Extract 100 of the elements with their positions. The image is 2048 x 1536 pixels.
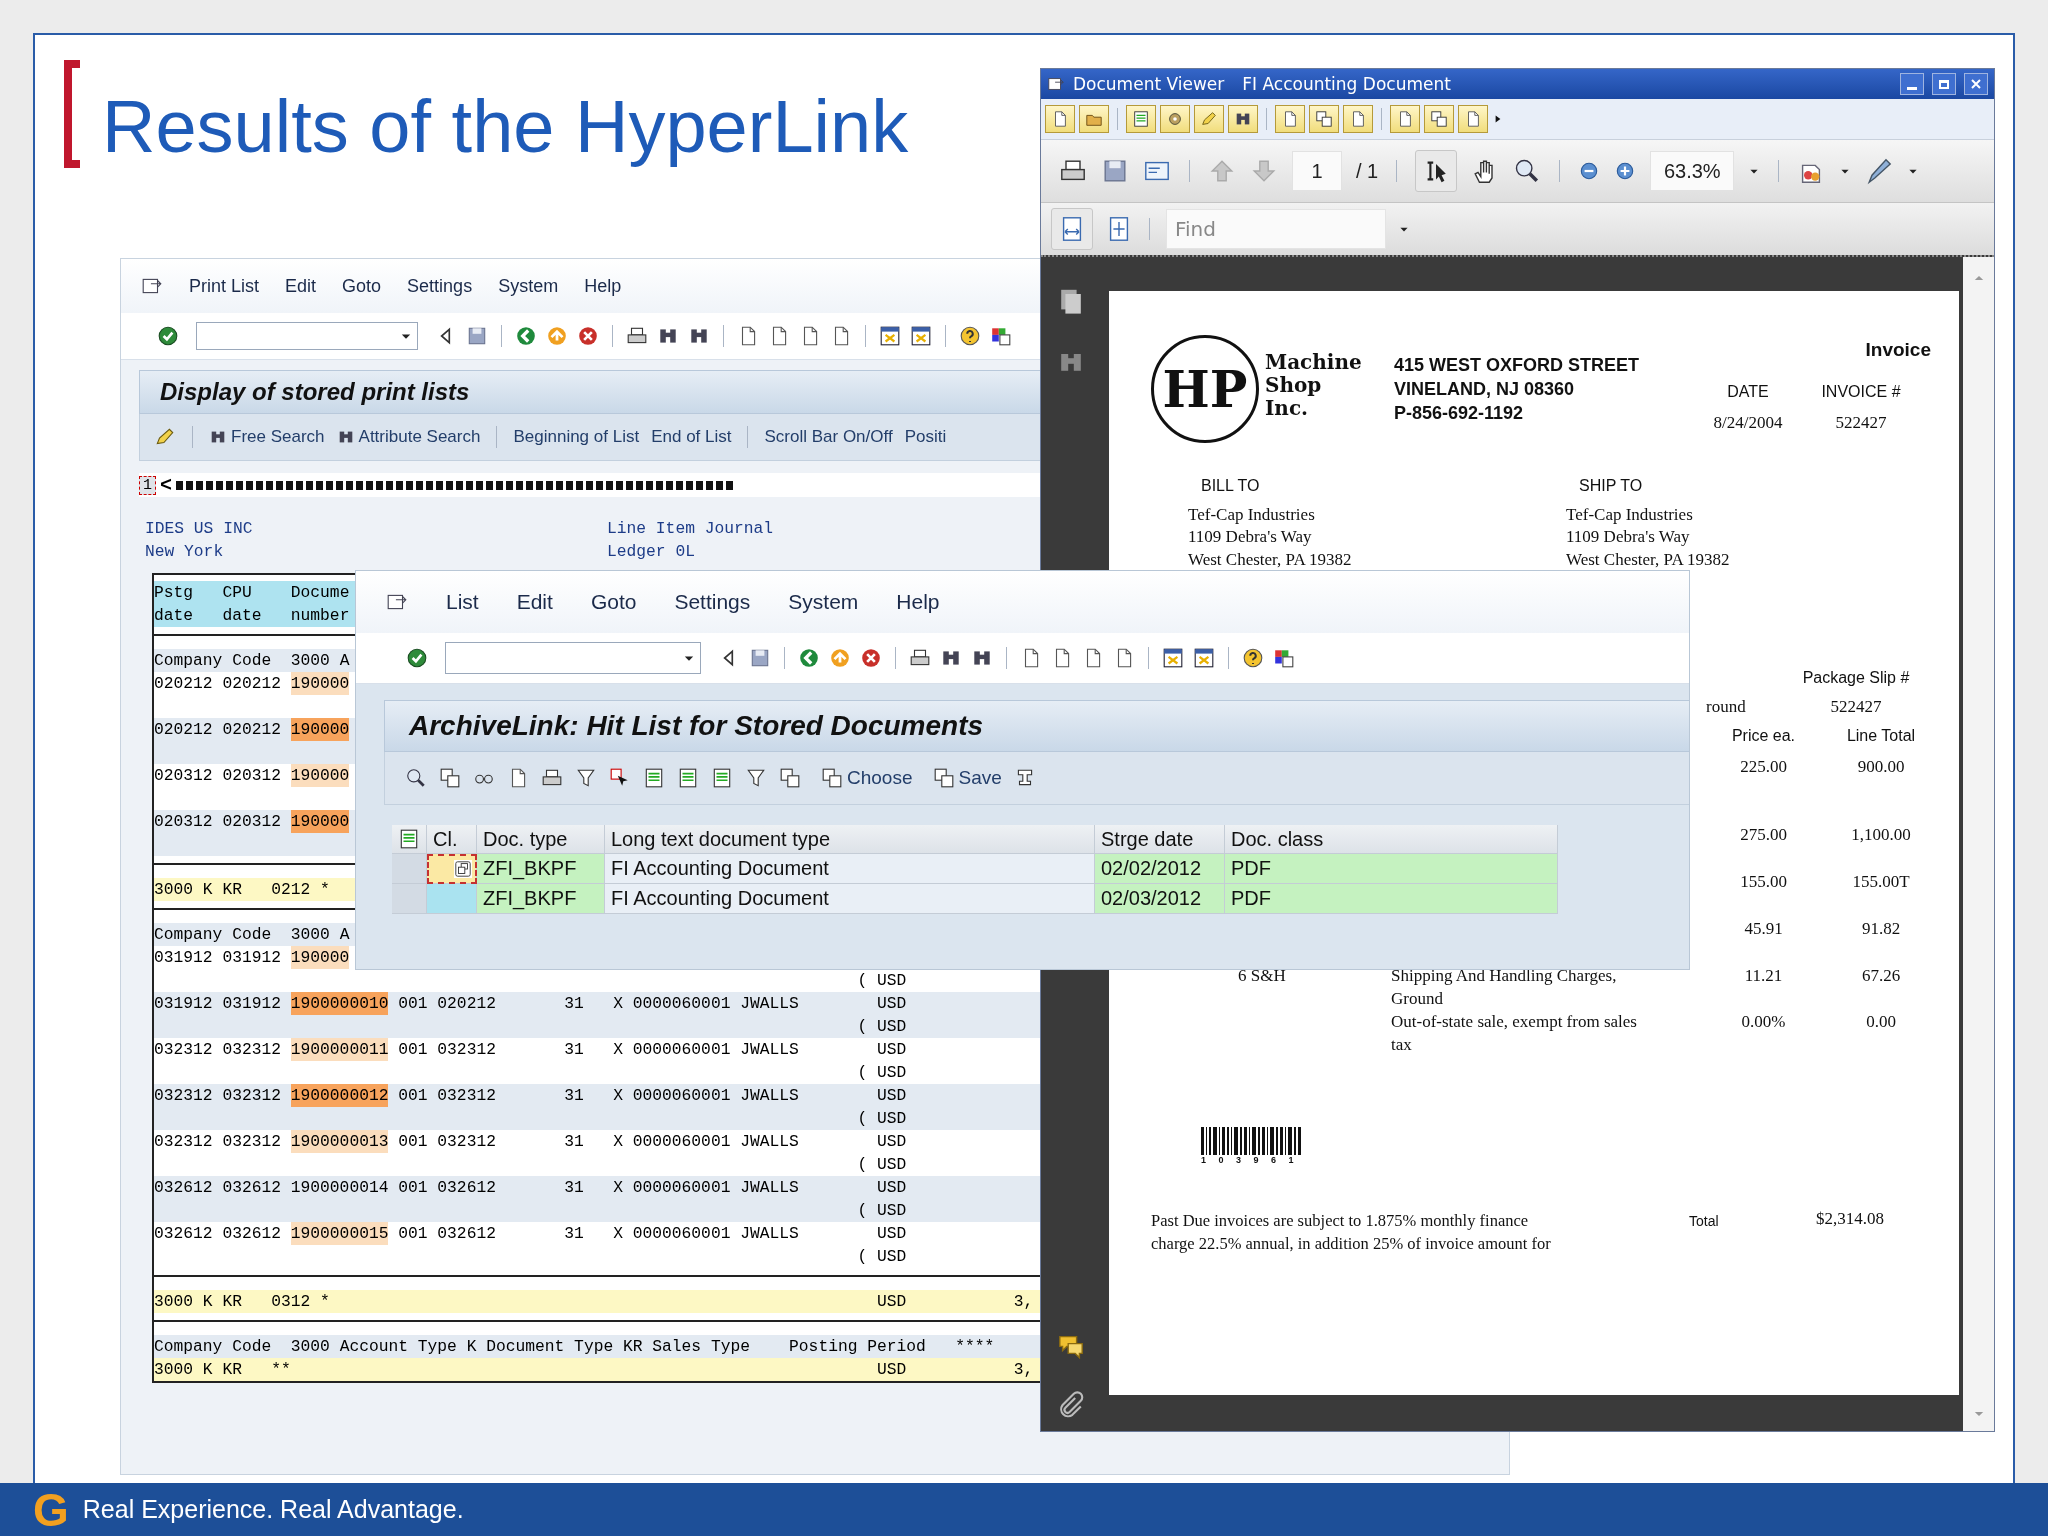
filter-icon[interactable] [745,767,767,789]
copy-icon[interactable] [779,767,801,789]
address-line: 1109 Debra's Way [1188,526,1313,548]
close-button[interactable] [1964,73,1988,95]
toolbar-button[interactable]: Beginning of List [513,425,640,449]
window-icon[interactable] [1193,647,1215,669]
class-cell[interactable] [427,884,477,914]
menu-item[interactable]: Help [584,275,622,297]
field-value: 8/24/2004 [1712,413,1784,433]
column-header[interactable]: Long text document type [605,825,1095,854]
toolbar-button[interactable] [1126,105,1156,133]
cancel-icon[interactable] [577,325,599,347]
menu-item[interactable]: List [446,590,479,614]
window-icon[interactable] [879,325,901,347]
menu-item[interactable]: System [788,590,859,614]
page-field[interactable]: 1 [1292,151,1342,191]
line-details: 001 032312 31 X 0000060001 JWALLS USD [398,1085,907,1107]
table-icon[interactable] [643,767,665,789]
filter-icon[interactable] [575,767,597,789]
toolbar-button[interactable] [1275,105,1305,133]
toolbar-button[interactable]: Scroll Bar On/Off [764,425,893,449]
table-icon[interactable] [677,767,699,789]
help-icon[interactable] [1242,647,1264,669]
check-icon[interactable] [406,647,428,669]
menu-item[interactable]: Print List [189,275,260,297]
cancel-icon[interactable] [860,647,882,669]
fit-width-button[interactable] [1051,208,1093,250]
document-number[interactable]: 1900000012 [290,1084,389,1107]
column-header[interactable]: Cl. [427,825,477,854]
back-icon[interactable] [515,325,537,347]
toolbar-button[interactable] [1309,105,1339,133]
document-number[interactable]: 190000 [290,764,350,787]
window-icon[interactable] [910,325,932,347]
minimize-button[interactable] [1900,73,1924,95]
column-header[interactable]: Strge date [1095,825,1225,854]
help-icon[interactable] [959,325,981,347]
save-icon[interactable] [749,647,771,669]
copy-icon[interactable] [439,767,461,789]
menu-item[interactable]: Help [896,590,940,614]
toolbar-button[interactable] [1343,105,1373,133]
document-number[interactable]: 1900000015 [290,1222,389,1245]
scrollbar[interactable] [1963,257,1994,1431]
document-number[interactable]: 190000 [290,672,350,695]
posting-dates: 020312 020312 [154,765,281,787]
window-icon[interactable] [1162,647,1184,669]
magnifier-icon[interactable] [405,767,427,789]
menu-item[interactable]: Goto [590,590,637,614]
document-number[interactable]: 190000 [290,810,350,833]
class-cell[interactable] [427,854,477,884]
menu-item[interactable]: Settings [407,275,473,297]
select-tool-button[interactable] [1415,150,1458,192]
toolbar-button[interactable]: Attribute Search [336,425,481,449]
party-label: SHIP TO [1579,476,1644,496]
toolbar-button[interactable]: End of List [651,425,732,449]
find-field[interactable]: Find [1166,209,1386,249]
posting-dates: 032312 032312 [154,1131,281,1153]
layout-icon[interactable] [1273,647,1295,669]
toolbar-button[interactable]: Save [932,765,1002,791]
paperclip-icon[interactable] [1057,1391,1085,1419]
menu-item[interactable]: Edit [516,590,553,614]
toolbar-button[interactable] [1160,105,1190,133]
toolbar-button[interactable] [1458,105,1488,133]
check-icon[interactable] [157,325,179,347]
toolbar-button[interactable] [1228,105,1258,133]
field-label: DATE [1726,383,1770,401]
screen-title: ArchiveLink: Hit List for Stored Documents [409,710,984,742]
document-number[interactable]: 1900000010 [290,992,389,1015]
table-settings-button[interactable] [392,825,427,854]
column-header[interactable]: Doc. class [1225,825,1558,854]
menu-item[interactable]: Settings [674,590,751,614]
toolbar-button[interactable] [1045,105,1075,133]
document-number[interactable]: 190000 [290,946,350,969]
page-number-field[interactable]: 1 [139,475,156,495]
toolbar-button[interactable] [1079,105,1109,133]
company-name: IDES US INC [145,518,254,540]
save-icon[interactable] [466,325,488,347]
table-icon[interactable] [711,767,733,789]
document-number[interactable]: 1900000014 [290,1176,389,1199]
window-menu-icon[interactable] [1047,75,1065,93]
document-number[interactable]: 190000 [290,718,350,741]
menu-item[interactable]: System [498,275,559,297]
zoom-field[interactable]: 63.3% [1650,151,1735,191]
column-header[interactable]: Doc. type [477,825,605,854]
pen-icon[interactable] [1865,157,1894,185]
command-field[interactable] [445,642,701,674]
link-icon[interactable] [454,859,472,878]
command-field[interactable] [196,322,418,350]
menu-item[interactable]: Edit [285,275,317,297]
menu-item[interactable]: Goto [342,275,382,297]
toolbar-button[interactable] [1390,105,1420,133]
toolbar-button[interactable]: Free Search [209,425,325,449]
toolbar-button[interactable]: Choose [821,765,913,791]
document-number[interactable]: 1900000011 [290,1038,389,1061]
maximize-button[interactable] [1932,73,1956,95]
toolbar-button[interactable] [1424,105,1454,133]
document-number[interactable]: 1900000013 [290,1130,389,1153]
back-icon[interactable] [798,647,820,669]
toolbar-button[interactable]: Positi [904,425,947,449]
city: New York [145,541,225,563]
layout-icon[interactable] [990,325,1012,347]
